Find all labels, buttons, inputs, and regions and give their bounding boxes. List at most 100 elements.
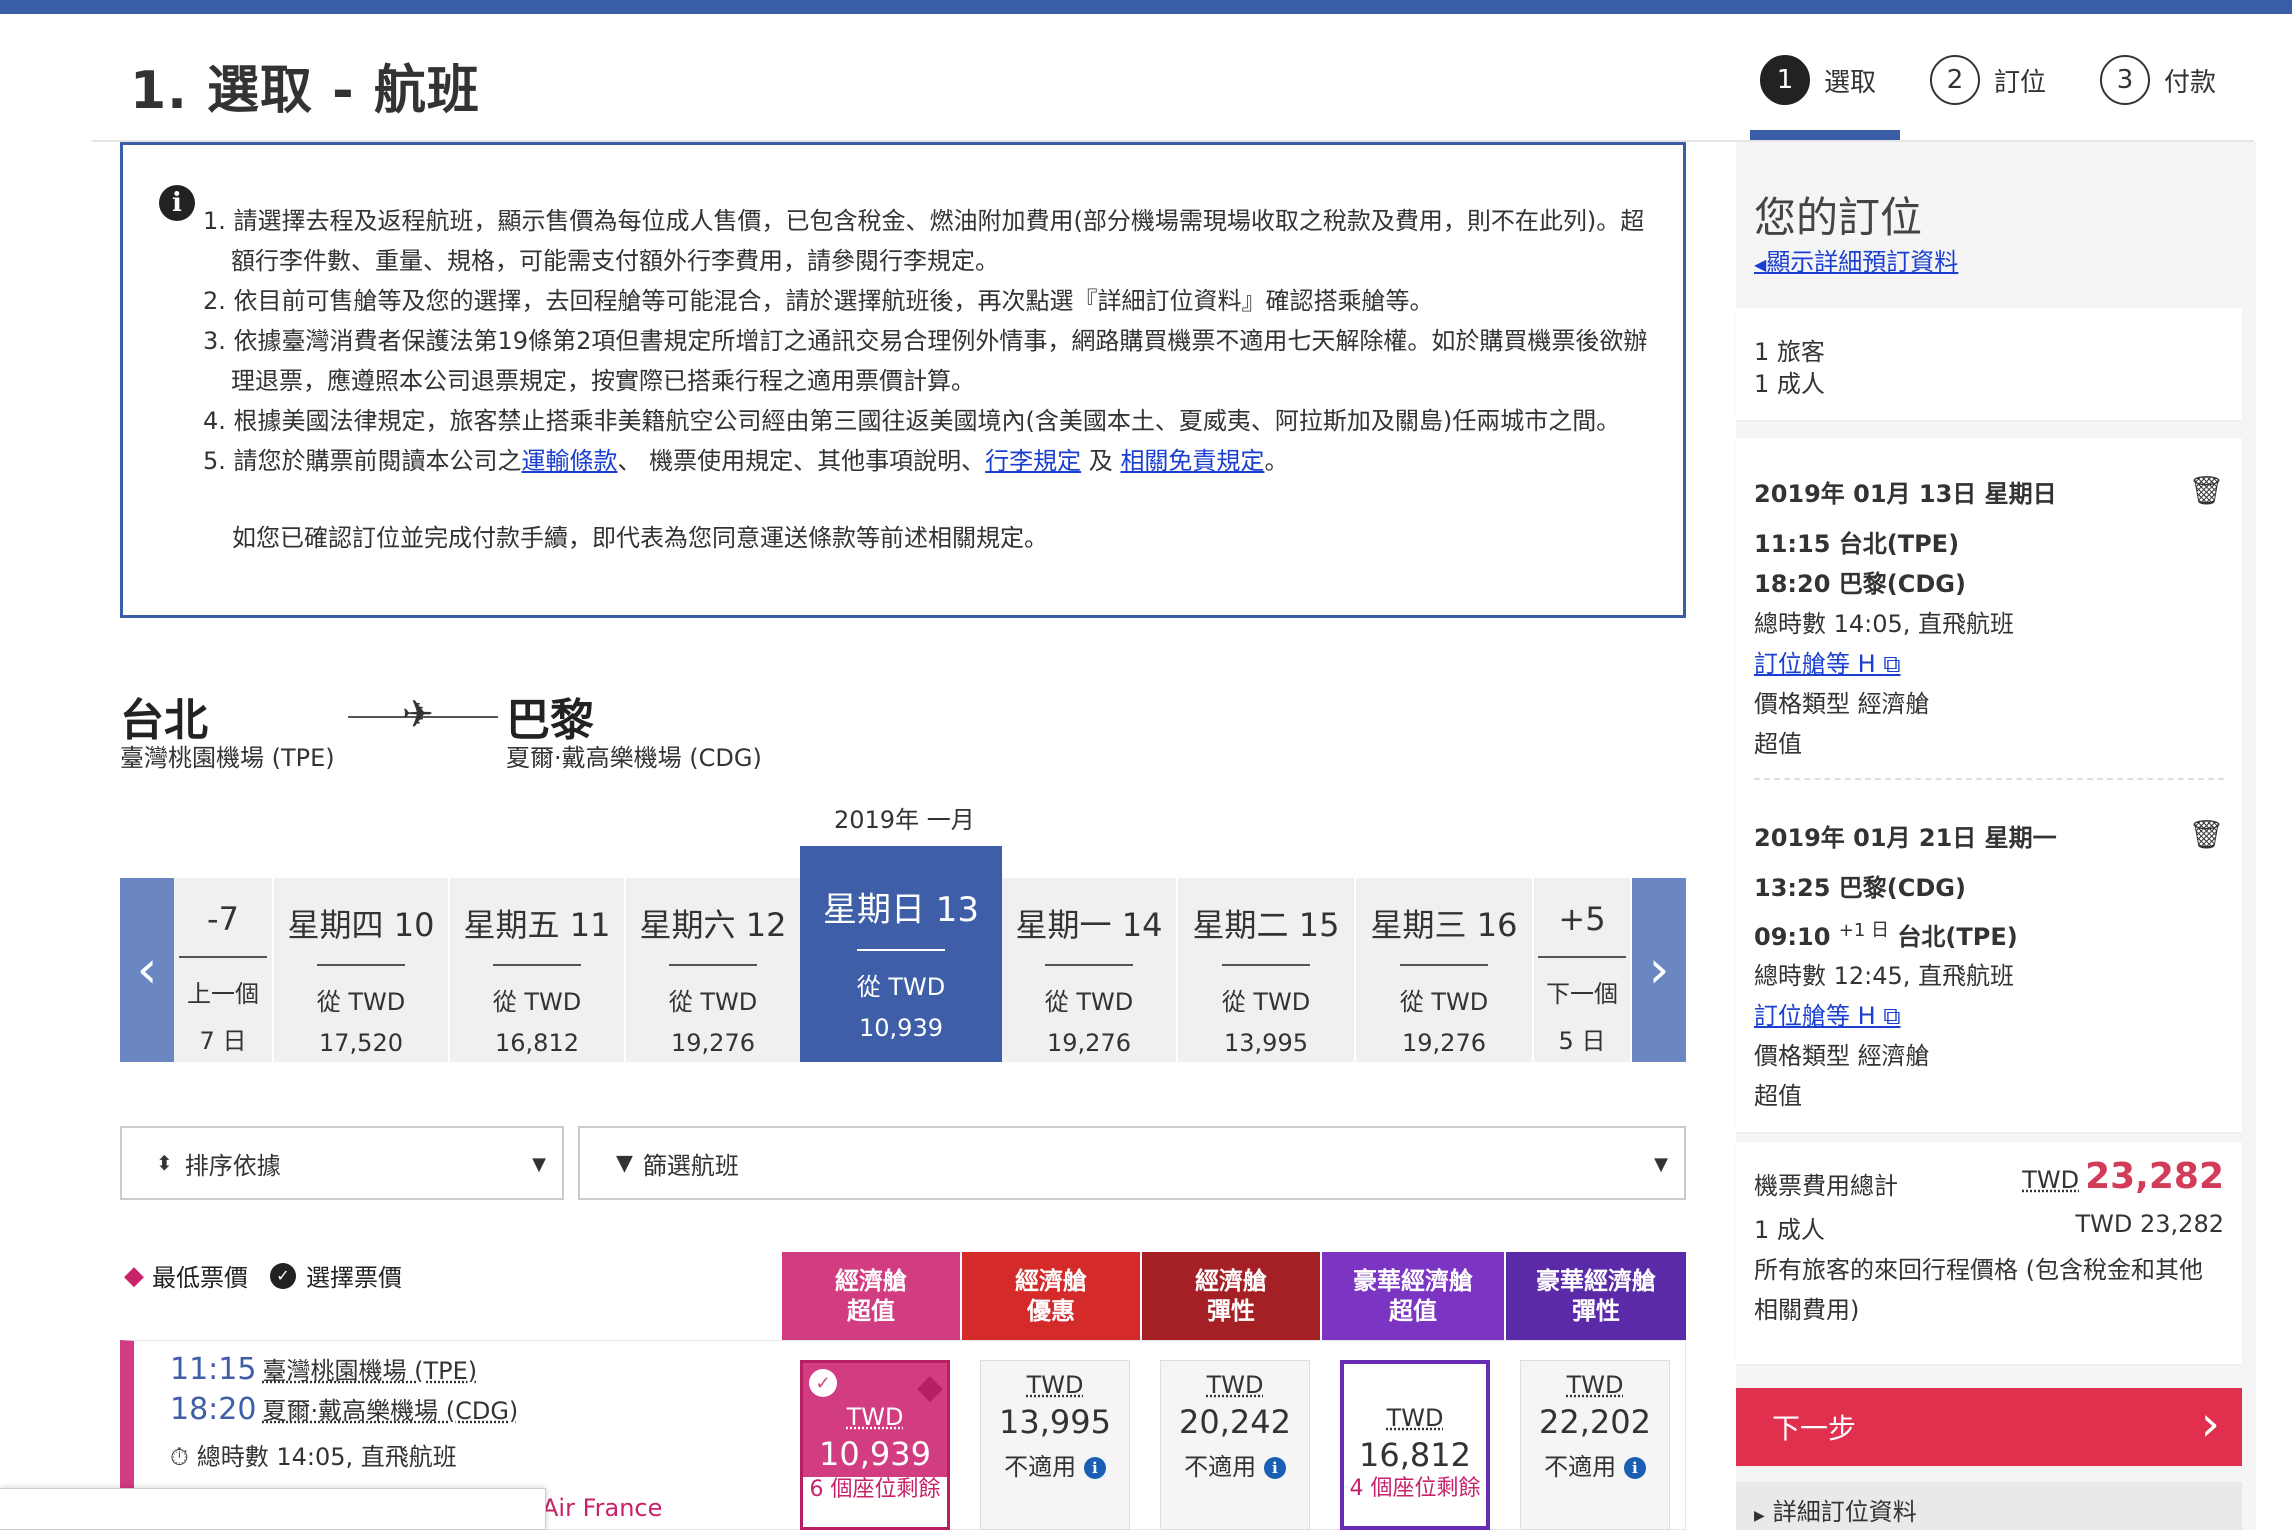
notice-item: 1. 請選擇去程及返程航班，顯示售價為每位成人售價，已包含稅金、燃油附加費用(部… — [203, 207, 1645, 275]
trash-icon[interactable]: 🗑 — [2188, 818, 2224, 851]
top-bar — [0, 0, 2292, 14]
date-day: 星期二 15 — [1192, 906, 1340, 944]
filter-dropdown[interactable]: ▼ 篩選航班 ▼ — [578, 1126, 1686, 1200]
date-price: 13,995 — [1224, 1029, 1308, 1057]
check-icon: ✓ — [270, 1262, 296, 1289]
date-divider — [1045, 964, 1133, 966]
info-icon[interactable]: i — [1623, 1457, 1646, 1479]
date-cell[interactable]: 星期六 12 從 TWD 19,276 — [626, 878, 802, 1062]
date-day: 星期五 11 — [463, 906, 611, 944]
itinerary-card: 2019年 01月 13日 星期日 🗑 11:15 台北(TPE) 18:20 … — [1736, 438, 2242, 1132]
price-summary-card: 機票費用總計 TWD 23,282 1 成人 TWD 23,282 所有旅客的來回… — [1736, 1142, 2242, 1364]
outbound-duration: 總時數 14:05, 直飛航班 — [1754, 610, 2015, 638]
next-step-button[interactable]: 下一步 › — [1736, 1388, 2242, 1466]
info-icon: i — [159, 185, 195, 221]
sidebar-title: 您的訂位 — [1754, 193, 1923, 242]
baggage-rules-link[interactable]: 行李規定 — [985, 447, 1081, 475]
step-booking[interactable]: 2 訂位 — [1930, 52, 2046, 108]
cabin-header-premium-saver[interactable]: 豪華經濟艙 超值 — [1322, 1252, 1504, 1340]
disclaimer-link[interactable]: 相關免責規定 — [1120, 447, 1264, 475]
date-prev-week[interactable]: -7 上一個 7 日 — [174, 878, 274, 1062]
inbound-class-link[interactable]: 訂位艙等 H ⧉ — [1754, 996, 1900, 1031]
date-day: 星期一 14 — [1015, 906, 1163, 944]
step-number: 1 — [1760, 55, 1810, 105]
class-label: 訂位艙等 H — [1754, 650, 1876, 678]
cabin-header-premium-flex[interactable]: 豪華經濟艙 彈性 — [1506, 1252, 1686, 1340]
inbound-fare-name: 超值 — [1754, 1082, 1802, 1110]
cabin-name: 經濟艙 — [1195, 1267, 1267, 1295]
date-from: 從 TWD — [1399, 988, 1489, 1016]
transport-terms-link[interactable]: 運輸條款 — [522, 447, 618, 475]
date-cell[interactable]: 星期三 16 從 TWD 19,276 — [1356, 878, 1534, 1062]
fare-premium-saver[interactable]: TWD 16,812 4 個座位剩餘 — [1340, 1360, 1490, 1530]
notice-item: 3. 依據臺灣消費者保護法第19條第2項但書規定所增訂之通訊交易合理例外情事，網… — [203, 327, 1648, 395]
caret-down-icon: ▼ — [1654, 1154, 1668, 1175]
arrival-line: 18:20 夏爾·戴高樂機場 (CDG) — [170, 1391, 518, 1427]
fare-premium-flex[interactable]: TWD 22,202 不適用 i — [1520, 1360, 1670, 1530]
info-icon[interactable]: i — [1083, 1457, 1106, 1479]
sort-icon: ⬍ — [156, 1151, 173, 1175]
sort-dropdown[interactable]: ⬍ 排序依據 ▼ — [120, 1126, 564, 1200]
date-price: 7 日 — [199, 1027, 247, 1055]
fare-currency: TWD — [1206, 1371, 1264, 1399]
notice-text: 。 — [1264, 447, 1289, 475]
total-label: 機票費用總計 — [1754, 1172, 1898, 1200]
adult-amount: TWD 23,282 — [2075, 1210, 2224, 1238]
date-day: +5 — [1558, 900, 1606, 938]
date-divider — [1400, 964, 1488, 966]
fare-economy-flex[interactable]: TWD 20,242 不適用 i — [1160, 1360, 1310, 1530]
fare-note-text: 不適用 — [1544, 1453, 1617, 1481]
date-divider — [857, 949, 945, 951]
cabin-header-economy-saver[interactable]: 經濟艙 超值 — [782, 1252, 960, 1340]
stopwatch-icon: ⏱ — [170, 1443, 189, 1471]
adult-count: 1 成人 — [1754, 370, 1825, 398]
cabin-name: 豪華經濟艙 — [1536, 1267, 1656, 1295]
date-cell[interactable]: 星期五 11 從 TWD 16,812 — [450, 878, 626, 1062]
fare-note: 不適用 i — [1521, 1447, 1669, 1482]
prev-dates-button[interactable]: ‹ — [120, 878, 174, 1062]
fare-note-text: 不適用 — [1004, 1453, 1077, 1481]
class-label: 訂位艙等 H — [1754, 1002, 1876, 1030]
step-select[interactable]: 1 選取 — [1760, 52, 1876, 108]
date-cell[interactable]: 星期一 14 從 TWD 19,276 — [1002, 878, 1178, 1062]
fare-economy-saver[interactable]: ✓ ◆ TWD 10,939 6 個座位剩餘 — [800, 1360, 950, 1530]
notice-text: 及 — [1081, 447, 1121, 475]
date-cell[interactable]: 星期四 10 從 TWD 17,520 — [274, 878, 450, 1062]
page-title: 1. 選取 - 航班 — [130, 61, 480, 121]
booking-details-toggle[interactable]: ▶ 詳細訂位資料 — [1736, 1482, 2242, 1530]
seats-remaining: 4 個座位剩餘 — [1344, 1476, 1486, 1526]
external-link-icon: ⧉ — [1883, 1002, 1901, 1030]
origin-airport: 臺灣桃園機場 (TPE) — [120, 744, 335, 772]
show-details-link[interactable]: ◀顯示詳細預訂資料 — [1754, 242, 1958, 277]
cabin-header-economy-flex[interactable]: 經濟艙 彈性 — [1142, 1252, 1320, 1340]
date-divider — [669, 964, 757, 966]
segment-divider — [1754, 778, 2224, 780]
date-price: 19,276 — [1047, 1029, 1131, 1057]
fare-amount: 13,995 — [999, 1403, 1111, 1441]
date-from: 從 TWD — [316, 988, 406, 1016]
info-icon[interactable]: i — [1263, 1457, 1286, 1479]
date-cell[interactable]: 星期二 15 從 TWD 13,995 — [1178, 878, 1356, 1062]
sort-label: 排序依據 — [184, 1151, 281, 1180]
notice-text: 、 機票使用規定、其他事項說明、 — [617, 447, 986, 475]
next-dates-button[interactable]: › — [1632, 878, 1686, 1062]
adult-label: 1 成人 — [1754, 1216, 1825, 1244]
trash-icon[interactable]: 🗑 — [2188, 474, 2224, 507]
date-day: 星期六 12 — [639, 906, 787, 944]
caret-down-icon: ▼ — [532, 1154, 546, 1175]
departure-line: 11:15 臺灣桃園機場 (TPE) — [170, 1351, 477, 1387]
fare-economy-discount[interactable]: TWD 13,995 不適用 i — [980, 1360, 1130, 1530]
date-next-week[interactable]: +5 下一個 5 日 — [1534, 878, 1632, 1062]
date-day: 星期日 13 — [822, 890, 980, 930]
step-payment[interactable]: 3 付款 — [2100, 52, 2216, 108]
cabin-header-economy-discount[interactable]: 經濟艙 優惠 — [962, 1252, 1140, 1340]
date-cell-selected[interactable]: 星期日 13 從 TWD 10,939 — [800, 846, 1002, 1062]
inbound-arrival: 09:10 +1 日 台北(TPE) — [1754, 916, 2018, 952]
inbound-date: 2019年 01月 21日 星期一 — [1754, 824, 2057, 852]
total-amount: 23,282 — [2085, 1156, 2224, 1197]
total-price: TWD 23,282 — [2022, 1156, 2224, 1197]
date-from: 從 TWD — [1044, 988, 1134, 1016]
outbound-fare-name: 超值 — [1754, 730, 1802, 758]
outbound-class-link[interactable]: 訂位艙等 H ⧉ — [1754, 644, 1900, 679]
outbound-fare-type: 價格類型 經濟艙 — [1754, 690, 1930, 718]
